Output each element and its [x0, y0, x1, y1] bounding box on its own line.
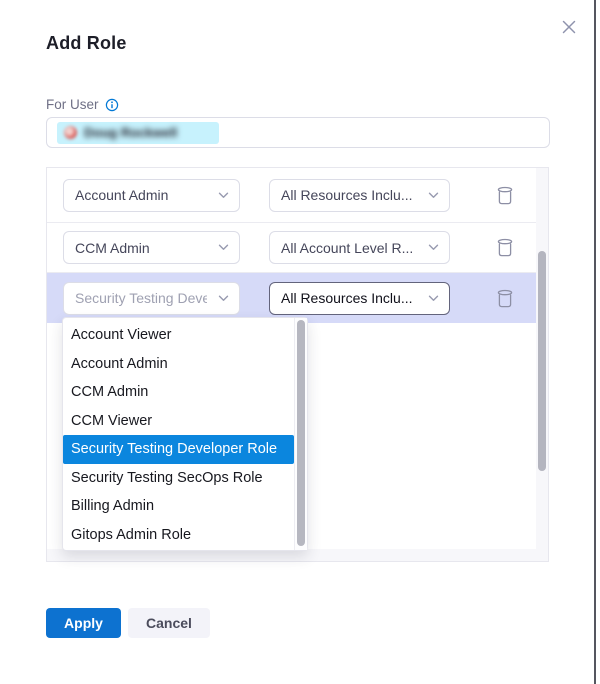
resource-group-value: All Account Level R... — [281, 240, 413, 256]
dropdown-scrollbar-thumb[interactable] — [297, 320, 305, 546]
role-row-1: Account Admin All Resources Inclu... — [47, 168, 536, 223]
dropdown-option[interactable]: Security Testing Developer Role — [63, 435, 294, 464]
role-dropdown-menu: Account Viewer Account Admin CCM Admin C… — [62, 317, 308, 551]
scrollbar-thumb[interactable] — [538, 251, 546, 471]
dropdown-option[interactable]: Gitops Admin Role — [63, 521, 294, 550]
apply-button[interactable]: Apply — [46, 608, 121, 638]
resource-group-value: All Resources Inclu... — [281, 290, 413, 306]
page-title: Add Role — [46, 33, 127, 54]
add-role-modal: Add Role For User Doug Rockwell Account … — [0, 0, 600, 684]
close-icon[interactable] — [557, 15, 581, 39]
user-avatar — [64, 126, 77, 139]
chevron-down-icon — [218, 295, 229, 302]
modal-edge-divider — [594, 0, 596, 684]
for-user-label: For User — [46, 97, 99, 112]
trash-icon[interactable] — [494, 183, 516, 207]
resource-group-value: All Resources Inclu... — [281, 187, 413, 203]
resource-group-select[interactable]: All Resources Inclu... — [269, 179, 450, 212]
role-select[interactable]: Account Admin — [63, 179, 240, 212]
user-chip-name: Doug Rockwell — [84, 125, 177, 140]
dropdown-option[interactable]: CCM Admin — [63, 378, 294, 407]
chevron-down-icon — [428, 192, 439, 199]
user-chip[interactable]: Doug Rockwell — [57, 122, 219, 144]
chevron-down-icon — [428, 244, 439, 251]
dropdown-option[interactable]: Billing Admin — [63, 492, 294, 521]
role-select-value: Security Testing Deve — [75, 290, 207, 306]
role-row-3-active: Security Testing Deve All Resources Incl… — [47, 273, 536, 323]
chevron-down-icon — [218, 192, 229, 199]
chevron-down-icon — [428, 295, 439, 302]
dropdown-option[interactable]: CCM Viewer — [63, 407, 294, 436]
vertical-scrollbar[interactable] — [536, 168, 548, 561]
user-field[interactable]: Doug Rockwell — [46, 117, 550, 148]
trash-icon[interactable] — [494, 286, 516, 310]
info-icon[interactable] — [105, 98, 119, 112]
role-select-value: Account Admin — [75, 187, 168, 203]
role-select-open[interactable]: Security Testing Deve — [63, 282, 240, 315]
role-select-value: CCM Admin — [75, 240, 150, 256]
resource-group-select[interactable]: All Resources Inclu... — [269, 282, 450, 315]
chevron-down-icon — [218, 244, 229, 251]
role-row-2: CCM Admin All Account Level R... — [47, 223, 536, 273]
cancel-button[interactable]: Cancel — [128, 608, 210, 638]
dropdown-option[interactable]: Account Admin — [63, 350, 294, 379]
dropdown-option[interactable]: Security Testing SecOps Role — [63, 464, 294, 493]
role-select[interactable]: CCM Admin — [63, 231, 240, 264]
resource-group-select[interactable]: All Account Level R... — [269, 231, 450, 264]
dropdown-scrollbar[interactable] — [294, 318, 307, 550]
dropdown-option[interactable]: Account Viewer — [63, 321, 294, 350]
trash-icon[interactable] — [494, 236, 516, 260]
for-user-label-row: For User — [46, 97, 119, 112]
